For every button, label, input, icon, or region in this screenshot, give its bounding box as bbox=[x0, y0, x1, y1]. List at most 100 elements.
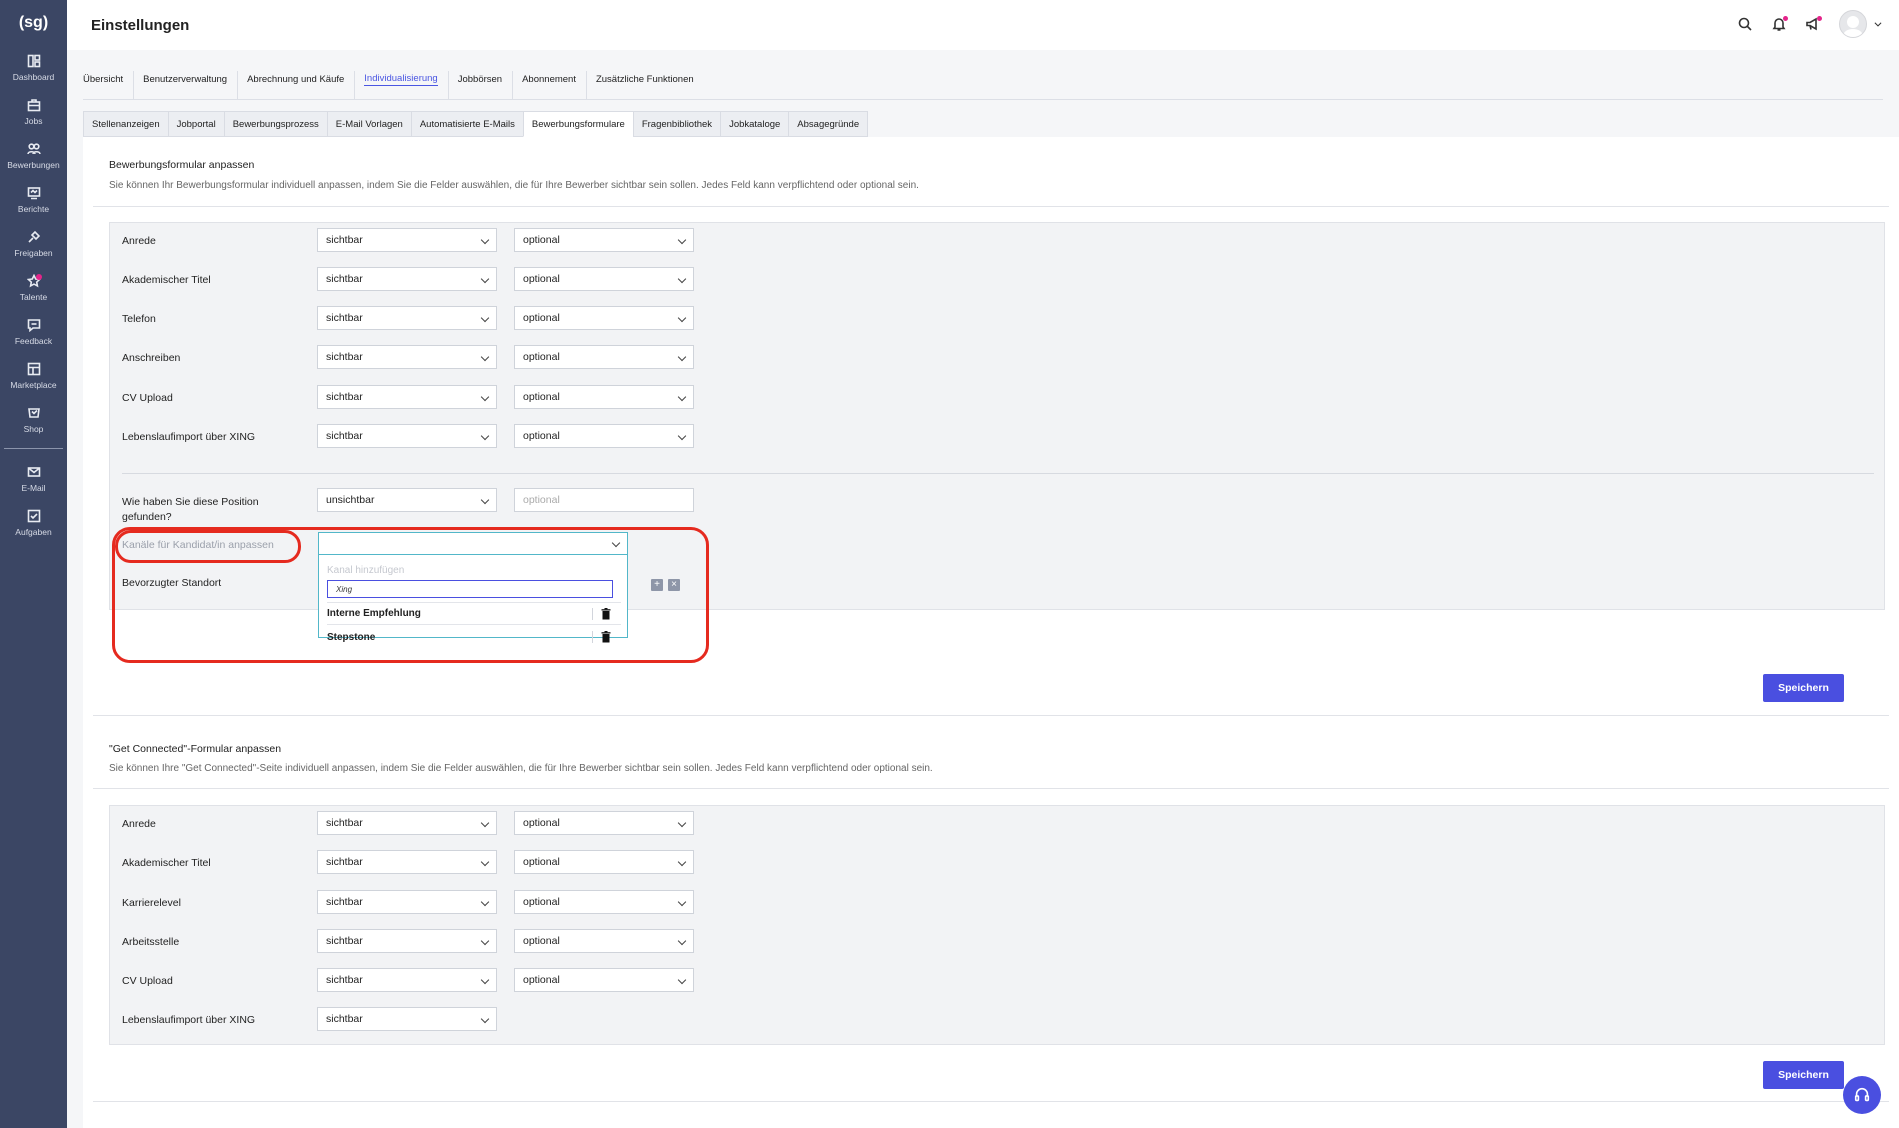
search-icon[interactable] bbox=[1737, 16, 1753, 32]
sidebar-item-freigaben[interactable]: Freigaben bbox=[0, 222, 67, 266]
sidebar-item-marketplace[interactable]: Marketplace bbox=[0, 354, 67, 398]
select-value: sichtbar bbox=[326, 974, 363, 986]
select-value: optional bbox=[523, 974, 560, 986]
app-logo[interactable]: (sg) bbox=[0, 0, 67, 46]
tab-label: Individualisierung bbox=[364, 73, 438, 86]
tab-abrechnung[interactable]: Abrechnung und Käufe bbox=[247, 71, 356, 99]
support-button[interactable] bbox=[1843, 1076, 1881, 1114]
visibility-select[interactable]: sichtbar bbox=[317, 424, 497, 448]
select-value: optional bbox=[523, 391, 560, 403]
save-button[interactable]: Speichern bbox=[1763, 1061, 1844, 1089]
subtab-stellenanzeigen[interactable]: Stellenanzeigen bbox=[83, 111, 168, 137]
requirement-select[interactable]: optional bbox=[514, 850, 694, 874]
sidebar-item-berichte[interactable]: Berichte bbox=[0, 178, 67, 222]
notification-dot bbox=[36, 274, 42, 280]
visibility-select[interactable]: sichtbar bbox=[317, 306, 497, 330]
select-value: sichtbar bbox=[326, 351, 363, 363]
sidebar-item-talente[interactable]: Talente bbox=[0, 266, 67, 310]
visibility-select[interactable]: sichtbar bbox=[317, 228, 497, 252]
subtab-absagegruende[interactable]: Absagegründe bbox=[788, 111, 869, 137]
requirement-select[interactable]: optional bbox=[514, 890, 694, 914]
requirement-select[interactable]: optional bbox=[514, 267, 694, 291]
field-label: CV Upload bbox=[122, 975, 173, 987]
sidebar-item-label: Shop bbox=[23, 424, 44, 434]
save-button[interactable]: Speichern bbox=[1763, 674, 1844, 702]
requirement-select[interactable]: optional bbox=[514, 385, 694, 409]
sidebar-item-jobs[interactable]: Jobs bbox=[0, 90, 67, 134]
visibility-select[interactable]: sichtbar bbox=[317, 890, 497, 914]
subtab-bewerbungsformulare[interactable]: Bewerbungsformulare bbox=[522, 111, 633, 137]
marketplace-icon bbox=[27, 362, 40, 376]
requirement-select[interactable]: optional bbox=[514, 306, 694, 330]
field-label: Telefon bbox=[122, 313, 156, 325]
sidebar: (sg) Dashboard Jobs Bewerbungen Berichte… bbox=[0, 0, 67, 1128]
select-value: sichtbar bbox=[326, 935, 363, 947]
requirement-select[interactable]: optional bbox=[514, 424, 694, 448]
section-title: "Get Connected"-Formular anpassen bbox=[109, 743, 282, 755]
subtab-jobkataloge[interactable]: Jobkataloge bbox=[720, 111, 789, 137]
notification-dot bbox=[1817, 16, 1822, 21]
requirement-select: optional bbox=[514, 488, 694, 512]
sidebar-item-label: Marketplace bbox=[10, 380, 57, 390]
requirement-select[interactable]: optional bbox=[514, 345, 694, 369]
subtab-email-vorlagen[interactable]: E-Mail Vorlagen bbox=[326, 111, 411, 137]
sidebar-item-dashboard[interactable]: Dashboard bbox=[0, 46, 67, 90]
sidebar-item-bewerbungen[interactable]: Bewerbungen bbox=[0, 134, 67, 178]
subtab-bewerbungsprozess[interactable]: Bewerbungsprozess bbox=[223, 111, 327, 137]
tab-zusaetzliche-funktionen[interactable]: Zusätzliche Funktionen bbox=[596, 71, 704, 99]
chevron-down-icon bbox=[480, 495, 490, 505]
visibility-select[interactable]: unsichtbar bbox=[317, 488, 497, 512]
visibility-select[interactable]: sichtbar bbox=[317, 850, 497, 874]
report-icon bbox=[27, 187, 40, 200]
header-actions bbox=[1737, 10, 1883, 38]
tab-label: Jobbörsen bbox=[457, 74, 503, 85]
chevron-down-icon bbox=[677, 975, 687, 985]
tab-abonnement[interactable]: Abonnement bbox=[522, 71, 587, 99]
subtab-automatisierte-emails[interactable]: Automatisierte E-Mails bbox=[410, 111, 523, 137]
divider bbox=[93, 1101, 1889, 1102]
tab-benutzerverwaltung[interactable]: Benutzerverwaltung bbox=[143, 71, 239, 99]
sidebar-item-aufgaben[interactable]: Aufgaben bbox=[0, 501, 67, 545]
visibility-select[interactable]: sichtbar bbox=[317, 1007, 497, 1031]
visibility-select[interactable]: sichtbar bbox=[317, 968, 497, 992]
sidebar-item-label: Talente bbox=[19, 292, 48, 302]
tab-individualisierung[interactable]: Individualisierung bbox=[364, 71, 449, 99]
select-value: optional bbox=[523, 312, 560, 324]
select-value: optional bbox=[523, 273, 560, 285]
section-title: Bewerbungsformular anpassen bbox=[109, 159, 255, 171]
chevron-down-icon bbox=[480, 274, 490, 284]
select-value: sichtbar bbox=[326, 896, 363, 908]
announcements-button[interactable] bbox=[1805, 16, 1822, 32]
tab-jobboersen[interactable]: Jobbörsen bbox=[457, 71, 514, 99]
field-label: Lebenslaufimport über XING bbox=[122, 1014, 256, 1026]
visibility-select[interactable]: sichtbar bbox=[317, 345, 497, 369]
requirement-select[interactable]: optional bbox=[514, 811, 694, 835]
subtab-fragenbibliothek[interactable]: Fragenbibliothek bbox=[632, 111, 721, 137]
sidebar-item-feedback[interactable]: Feedback bbox=[0, 310, 67, 354]
requirement-select[interactable]: optional bbox=[514, 228, 694, 252]
visibility-select[interactable]: sichtbar bbox=[317, 811, 497, 835]
visibility-select[interactable]: sichtbar bbox=[317, 267, 497, 291]
user-menu[interactable] bbox=[1839, 10, 1883, 38]
highlight-annotation bbox=[115, 530, 301, 563]
visibility-select[interactable]: sichtbar bbox=[317, 385, 497, 409]
subtab-jobportal[interactable]: Jobportal bbox=[167, 111, 224, 137]
chevron-down-icon bbox=[1874, 22, 1882, 27]
field-label: Akademischer Titel bbox=[122, 857, 211, 869]
chevron-down-icon bbox=[677, 313, 687, 323]
sidebar-item-shop[interactable]: Shop bbox=[0, 398, 67, 442]
chevron-down-icon bbox=[677, 936, 687, 946]
requirement-select[interactable]: optional bbox=[514, 929, 694, 953]
section-description: Sie können Ihre "Get Connected"-Seite in… bbox=[109, 763, 933, 774]
sidebar-item-email[interactable]: E-Mail bbox=[0, 457, 67, 501]
tab-uebersicht[interactable]: Übersicht bbox=[83, 71, 135, 99]
notifications-button[interactable] bbox=[1771, 16, 1788, 32]
tab-label: Benutzerverwaltung bbox=[143, 74, 228, 85]
requirement-select[interactable]: optional bbox=[514, 968, 694, 992]
select-value: unsichtbar bbox=[326, 494, 375, 506]
divider bbox=[93, 788, 1889, 789]
select-value: sichtbar bbox=[326, 234, 363, 246]
top-header: Einstellungen bbox=[67, 0, 1899, 50]
visibility-select[interactable]: sichtbar bbox=[317, 929, 497, 953]
field-label: Arbeitsstelle bbox=[122, 936, 180, 948]
